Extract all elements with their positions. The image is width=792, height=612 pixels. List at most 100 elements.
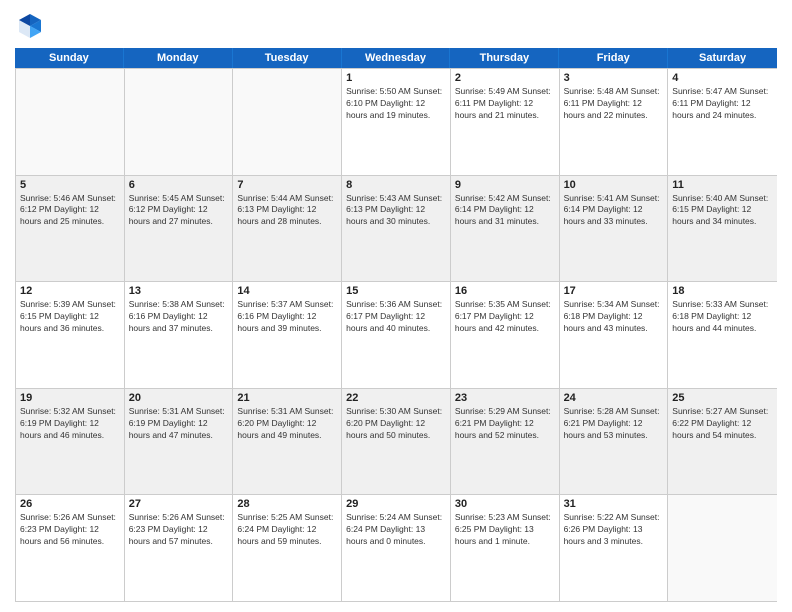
day-number: 12 <box>20 285 120 297</box>
sun-info: Sunrise: 5:30 AM Sunset: 6:20 PM Dayligh… <box>346 406 446 442</box>
calendar-cell-1-3: 8Sunrise: 5:43 AM Sunset: 6:13 PM Daylig… <box>342 176 451 282</box>
sun-info: Sunrise: 5:50 AM Sunset: 6:10 PM Dayligh… <box>346 86 446 122</box>
day-number: 6 <box>129 179 229 191</box>
calendar-cell-1-1: 6 Sunrise: 5:45 AM Sunset: 6:12 PM Daylig… <box>125 176 234 282</box>
header <box>15 10 777 40</box>
calendar-cell-0-1 <box>125 69 234 175</box>
calendar-cell-3-2: 21Sunrise: 5:31 AM Sunset: 6:20 PM Dayli… <box>233 389 342 495</box>
sun-info: Sunrise: 5:48 AM Sunset: 6:11 PM Dayligh… <box>564 86 664 122</box>
header-day-tuesday: Tuesday <box>233 48 342 68</box>
sun-info: Sunrise: 5:34 AM Sunset: 6:18 PM Dayligh… <box>564 299 664 335</box>
calendar-cell-2-4: 16Sunrise: 5:35 AM Sunset: 6:17 PM Dayli… <box>451 282 560 388</box>
calendar-cell-2-6: 18 Sunrise: 5:33 AM Sunset: 6:18 PM Dayli… <box>668 282 777 388</box>
sun-info: Sunrise: 5:33 AM Sunset: 6:18 PM Dayligh… <box>672 299 773 335</box>
calendar-cell-2-2: 14Sunrise: 5:37 AM Sunset: 6:16 PM Dayli… <box>233 282 342 388</box>
day-number: 28 <box>237 498 337 510</box>
sun-info: Sunrise: 5:25 AM Sunset: 6:24 PM Dayligh… <box>237 512 337 548</box>
calendar-cell-1-2: 7 Sunrise: 5:44 AM Sunset: 6:13 PM Daylig… <box>233 176 342 282</box>
header-day-sunday: Sunday <box>15 48 124 68</box>
day-number: 31 <box>564 498 664 510</box>
calendar-cell-2-0: 12 Sunrise: 5:39 AM Sunset: 6:15 PM Dayli… <box>16 282 125 388</box>
sun-info: Sunrise: 5:40 AM Sunset: 6:15 PM Dayligh… <box>672 193 773 229</box>
header-day-thursday: Thursday <box>450 48 559 68</box>
header-day-monday: Monday <box>124 48 233 68</box>
calendar-cell-1-4: 9 Sunrise: 5:42 AM Sunset: 6:14 PM Daylig… <box>451 176 560 282</box>
header-day-friday: Friday <box>559 48 668 68</box>
sun-info: Sunrise: 5:36 AM Sunset: 6:17 PM Dayligh… <box>346 299 446 335</box>
calendar-row-4: 26Sunrise: 5:26 AM Sunset: 6:23 PM Dayli… <box>16 495 777 602</box>
sun-info: Sunrise: 5:41 AM Sunset: 6:14 PM Dayligh… <box>564 193 664 229</box>
calendar-cell-2-5: 17Sunrise: 5:34 AM Sunset: 6:18 PM Dayli… <box>560 282 669 388</box>
calendar-row-1: 5 Sunrise: 5:46 AM Sunset: 6:12 PM Daylig… <box>16 176 777 283</box>
sun-info: Sunrise: 5:45 AM Sunset: 6:12 PM Dayligh… <box>129 193 229 229</box>
day-number: 9 <box>455 179 555 191</box>
calendar-cell-3-5: 24Sunrise: 5:28 AM Sunset: 6:21 PM Dayli… <box>560 389 669 495</box>
day-number: 1 <box>346 72 446 84</box>
calendar-cell-3-1: 20 Sunrise: 5:31 AM Sunset: 6:19 PM Dayli… <box>125 389 234 495</box>
sun-info: Sunrise: 5:31 AM Sunset: 6:19 PM Dayligh… <box>129 406 229 442</box>
header-day-wednesday: Wednesday <box>342 48 451 68</box>
sun-info: Sunrise: 5:39 AM Sunset: 6:15 PM Dayligh… <box>20 299 120 335</box>
calendar-cell-4-4: 30 Sunrise: 5:23 AM Sunset: 6:25 PM Dayli… <box>451 495 560 601</box>
day-number: 5 <box>20 179 120 191</box>
calendar-cell-4-2: 28 Sunrise: 5:25 AM Sunset: 6:24 PM Dayli… <box>233 495 342 601</box>
day-number: 11 <box>672 179 773 191</box>
calendar-body: 1 Sunrise: 5:50 AM Sunset: 6:10 PM Daylig… <box>15 68 777 602</box>
sun-info: Sunrise: 5:47 AM Sunset: 6:11 PM Dayligh… <box>672 86 773 122</box>
day-number: 20 <box>129 392 229 404</box>
sun-info: Sunrise: 5:22 AM Sunset: 6:26 PM Dayligh… <box>564 512 664 548</box>
day-number: 14 <box>237 285 337 297</box>
calendar-cell-2-3: 15 Sunrise: 5:36 AM Sunset: 6:17 PM Dayli… <box>342 282 451 388</box>
sun-info: Sunrise: 5:32 AM Sunset: 6:19 PM Dayligh… <box>20 406 120 442</box>
sun-info: Sunrise: 5:46 AM Sunset: 6:12 PM Dayligh… <box>20 193 120 229</box>
day-number: 29 <box>346 498 446 510</box>
calendar-cell-4-1: 27Sunrise: 5:26 AM Sunset: 6:23 PM Dayli… <box>125 495 234 601</box>
sun-info: Sunrise: 5:43 AM Sunset: 6:13 PM Dayligh… <box>346 193 446 229</box>
sun-info: Sunrise: 5:24 AM Sunset: 6:24 PM Dayligh… <box>346 512 446 548</box>
calendar-cell-3-6: 25Sunrise: 5:27 AM Sunset: 6:22 PM Dayli… <box>668 389 777 495</box>
calendar-cell-4-5: 31 Sunrise: 5:22 AM Sunset: 6:26 PM Dayli… <box>560 495 669 601</box>
sun-info: Sunrise: 5:44 AM Sunset: 6:13 PM Dayligh… <box>237 193 337 229</box>
day-number: 10 <box>564 179 664 191</box>
calendar-cell-1-0: 5 Sunrise: 5:46 AM Sunset: 6:12 PM Daylig… <box>16 176 125 282</box>
logo <box>15 10 49 40</box>
calendar-cell-0-3: 1 Sunrise: 5:50 AM Sunset: 6:10 PM Daylig… <box>342 69 451 175</box>
calendar-row-2: 12 Sunrise: 5:39 AM Sunset: 6:15 PM Dayli… <box>16 282 777 389</box>
sun-info: Sunrise: 5:38 AM Sunset: 6:16 PM Dayligh… <box>129 299 229 335</box>
day-number: 26 <box>20 498 120 510</box>
sun-info: Sunrise: 5:23 AM Sunset: 6:25 PM Dayligh… <box>455 512 555 548</box>
calendar-cell-0-4: 2 Sunrise: 5:49 AM Sunset: 6:11 PM Daylig… <box>451 69 560 175</box>
sun-info: Sunrise: 5:42 AM Sunset: 6:14 PM Dayligh… <box>455 193 555 229</box>
day-number: 23 <box>455 392 555 404</box>
day-number: 19 <box>20 392 120 404</box>
day-number: 22 <box>346 392 446 404</box>
day-number: 4 <box>672 72 773 84</box>
calendar-cell-3-0: 19 Sunrise: 5:32 AM Sunset: 6:19 PM Dayli… <box>16 389 125 495</box>
calendar-header: SundayMondayTuesdayWednesdayThursdayFrid… <box>15 48 777 68</box>
day-number: 24 <box>564 392 664 404</box>
day-number: 30 <box>455 498 555 510</box>
calendar-row-3: 19 Sunrise: 5:32 AM Sunset: 6:19 PM Dayli… <box>16 389 777 496</box>
calendar-cell-4-0: 26Sunrise: 5:26 AM Sunset: 6:23 PM Dayli… <box>16 495 125 601</box>
calendar-cell-3-3: 22 Sunrise: 5:30 AM Sunset: 6:20 PM Dayli… <box>342 389 451 495</box>
header-day-saturday: Saturday <box>668 48 777 68</box>
calendar-cell-0-5: 3Sunrise: 5:48 AM Sunset: 6:11 PM Daylig… <box>560 69 669 175</box>
day-number: 27 <box>129 498 229 510</box>
logo-icon <box>15 10 45 40</box>
calendar-cell-0-2 <box>233 69 342 175</box>
day-number: 2 <box>455 72 555 84</box>
calendar: SundayMondayTuesdayWednesdayThursdayFrid… <box>15 48 777 602</box>
day-number: 18 <box>672 285 773 297</box>
day-number: 15 <box>346 285 446 297</box>
day-number: 21 <box>237 392 337 404</box>
calendar-cell-2-1: 13Sunrise: 5:38 AM Sunset: 6:16 PM Dayli… <box>125 282 234 388</box>
calendar-cell-0-6: 4 Sunrise: 5:47 AM Sunset: 6:11 PM Daylig… <box>668 69 777 175</box>
calendar-row-0: 1 Sunrise: 5:50 AM Sunset: 6:10 PM Daylig… <box>16 69 777 176</box>
calendar-cell-1-5: 10 Sunrise: 5:41 AM Sunset: 6:14 PM Dayli… <box>560 176 669 282</box>
sun-info: Sunrise: 5:27 AM Sunset: 6:22 PM Dayligh… <box>672 406 773 442</box>
sun-info: Sunrise: 5:29 AM Sunset: 6:21 PM Dayligh… <box>455 406 555 442</box>
day-number: 7 <box>237 179 337 191</box>
sun-info: Sunrise: 5:49 AM Sunset: 6:11 PM Dayligh… <box>455 86 555 122</box>
calendar-cell-3-4: 23 Sunrise: 5:29 AM Sunset: 6:21 PM Dayli… <box>451 389 560 495</box>
page: SundayMondayTuesdayWednesdayThursdayFrid… <box>0 0 792 612</box>
